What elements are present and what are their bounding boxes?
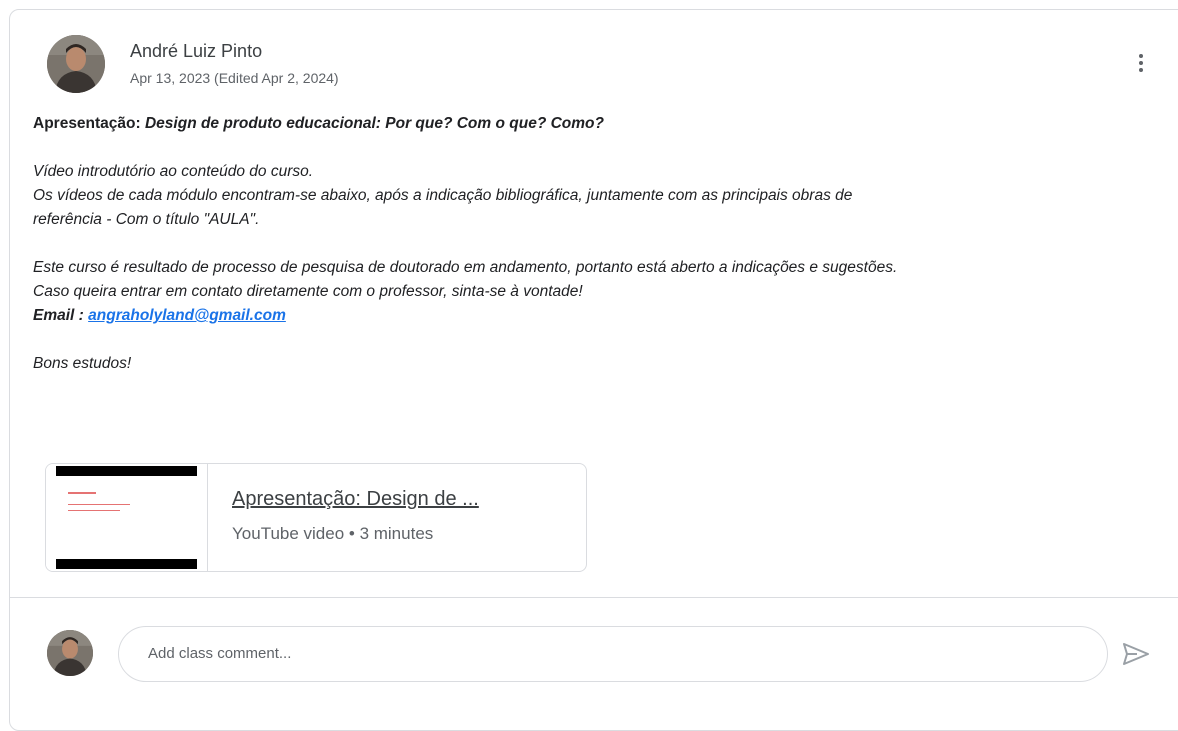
video-thumbnail[interactable] <box>46 464 208 571</box>
comment-input[interactable] <box>146 644 1090 663</box>
email-line: Email : angraholyland@gmail.com <box>33 304 1153 328</box>
attachment-title[interactable]: Apresentação: Design de ... <box>232 488 479 511</box>
comment-box[interactable] <box>118 626 1108 682</box>
divider <box>9 597 1178 598</box>
post-title-line: Apresentação: Design de produto educacio… <box>33 112 1153 136</box>
send-icon[interactable] <box>1121 641 1151 667</box>
title-italic: Design de produto educacional: Por que? … <box>144 115 604 132</box>
body-line: Vídeo introdutório ao conteúdo do curso. <box>33 163 314 180</box>
author-name[interactable]: André Luiz Pinto <box>130 41 262 62</box>
post-date: Apr 13, 2023 (Edited Apr 2, 2024) <box>130 70 339 86</box>
body-line: referência - Com o título "AULA". <box>33 211 260 228</box>
more-vert-icon[interactable] <box>1133 51 1149 81</box>
body-line: Este curso é resultado de processo de pe… <box>33 259 898 276</box>
closing-line: Bons estudos! <box>33 355 132 372</box>
youtube-attachment[interactable]: Apresentação: Design de ... YouTube vide… <box>45 463 587 572</box>
email-label: Email : <box>33 307 89 324</box>
attachment-subtitle: YouTube video • 3 minutes <box>232 524 434 543</box>
author-avatar[interactable] <box>47 35 105 93</box>
body-line: Caso queira entrar em contato diretament… <box>33 283 583 300</box>
post-body: Apresentação: Design de produto educacio… <box>33 112 1153 376</box>
user-avatar <box>47 630 93 676</box>
title-prefix: Apresentação: <box>33 115 145 132</box>
email-link[interactable]: angraholyland@gmail.com <box>88 307 286 324</box>
body-line: Os vídeos de cada módulo encontram-se ab… <box>33 187 853 204</box>
